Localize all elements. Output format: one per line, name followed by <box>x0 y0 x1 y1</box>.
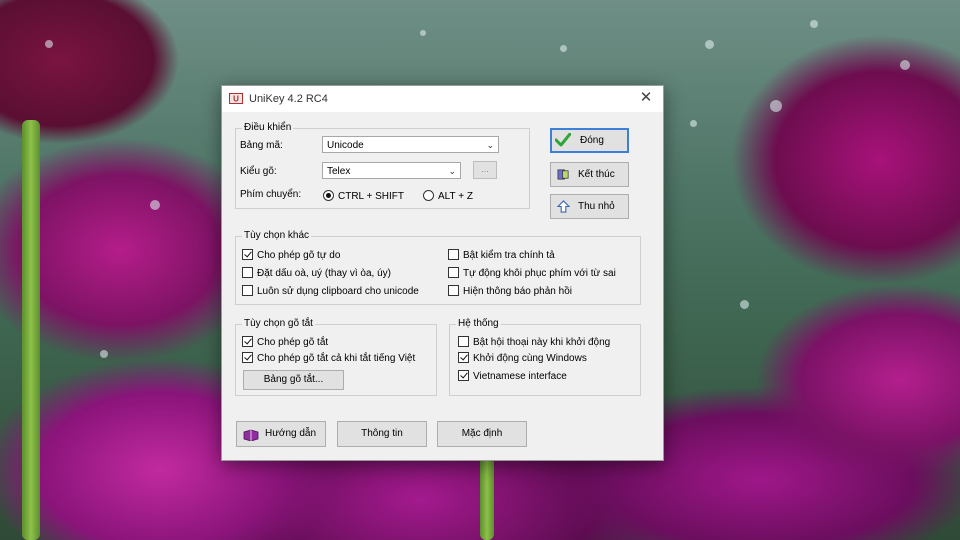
raindrop <box>705 40 714 49</box>
tone-placement-checkbox[interactable] <box>242 267 253 278</box>
system-group: Hệ thống Bật hội thoại này khi khởi động… <box>449 318 641 396</box>
vietnamese-interface-checkbox[interactable] <box>458 370 469 381</box>
title-bar[interactable]: U UniKey 4.2 RC4 ✕ <box>222 86 663 112</box>
raindrop <box>100 350 108 358</box>
auto-restore-checkbox[interactable] <box>448 267 459 278</box>
method-extra-button[interactable]: ... <box>473 161 497 179</box>
raindrop <box>690 120 697 127</box>
feedback-label[interactable]: Hiện thông báo phản hồi <box>463 286 572 297</box>
close-button[interactable]: Đóng <box>550 128 629 153</box>
shortcut-when-off-checkbox[interactable] <box>242 352 253 363</box>
switch-label: Phím chuyển: <box>240 189 302 200</box>
method-select[interactable]: Telex ⌄ <box>322 162 461 179</box>
exit-button[interactable]: Kết thúc <box>550 162 629 187</box>
spellcheck-checkbox[interactable] <box>448 249 459 260</box>
controls-legend: Điều khiển <box>242 122 294 133</box>
guide-button-label: Hướng dẫn <box>265 428 317 439</box>
method-value: Telex <box>327 166 351 177</box>
radio-ctrl-shift-label[interactable]: CTRL + SHIFT <box>338 191 404 202</box>
info-button-label: Thông tin <box>361 428 403 439</box>
shortcut-table-button[interactable]: Bảng gõ tắt... <box>243 370 344 390</box>
raindrop <box>150 200 160 210</box>
show-on-start-checkbox[interactable] <box>458 336 469 347</box>
unikey-window: U UniKey 4.2 RC4 ✕ Điều khiển Bảng mã: U… <box>221 85 664 461</box>
method-label: Kiểu gõ: <box>240 166 277 177</box>
clipboard-unicode-checkbox[interactable] <box>242 285 253 296</box>
show-on-start-label[interactable]: Bật hội thoại này khi khởi động <box>473 337 610 348</box>
charset-select[interactable]: Unicode ⌄ <box>322 136 499 153</box>
radio-alt-z-label[interactable]: ALT + Z <box>438 191 473 202</box>
raindrop <box>740 300 749 309</box>
raindrop <box>420 30 426 36</box>
clipboard-unicode-label[interactable]: Luôn sử dụng clipboard cho unicode <box>257 286 419 297</box>
free-typing-label[interactable]: Cho phép gõ tự do <box>257 250 340 261</box>
exit-icon <box>557 169 569 180</box>
vietnamese-interface-label[interactable]: Vietnamese interface <box>473 371 567 382</box>
enable-shortcut-label[interactable]: Cho phép gõ tắt <box>257 337 328 348</box>
start-with-windows-checkbox[interactable] <box>458 352 469 363</box>
radio-alt-z[interactable] <box>423 190 434 201</box>
shortcut-legend: Tùy chọn gõ tắt <box>242 318 315 329</box>
flower-stem <box>22 120 40 540</box>
unikey-app-icon: U <box>229 93 243 104</box>
close-button-label: Đóng <box>580 135 604 146</box>
window-title: UniKey 4.2 RC4 <box>249 93 328 105</box>
chevron-down-icon: ⌄ <box>486 140 494 150</box>
enable-shortcut-checkbox[interactable] <box>242 336 253 347</box>
arrow-up-icon <box>557 200 570 213</box>
controls-group: Điều khiển Bảng mã: Unicode ⌄ Kiểu gõ: T… <box>235 122 530 209</box>
spellcheck-label[interactable]: Bật kiểm tra chính tả <box>463 250 555 261</box>
charset-value: Unicode <box>327 140 364 151</box>
raindrop <box>45 40 53 48</box>
default-button[interactable]: Mặc định <box>437 421 527 447</box>
flower-stem <box>480 455 494 540</box>
free-typing-checkbox[interactable] <box>242 249 253 260</box>
system-legend: Hệ thống <box>456 318 501 329</box>
svg-text:U: U <box>233 95 239 104</box>
exit-button-label: Kết thúc <box>578 169 615 180</box>
default-button-label: Mặc định <box>461 428 503 439</box>
guide-button[interactable]: Hướng dẫn <box>236 421 326 447</box>
feedback-checkbox[interactable] <box>448 285 459 296</box>
radio-ctrl-shift[interactable] <box>323 190 334 201</box>
raindrop <box>560 45 567 52</box>
minimize-button-label: Thu nhỏ <box>578 201 615 212</box>
other-options-group: Tùy chọn khác Cho phép gõ tự do Đặt dấu … <box>235 230 641 305</box>
shortcut-group: Tùy chọn gõ tắt Cho phép gõ tắt Cho phép… <box>235 318 437 396</box>
charset-label: Bảng mã: <box>240 140 283 151</box>
chevron-down-icon: ⌄ <box>448 166 456 176</box>
raindrop <box>900 60 910 70</box>
tone-placement-label[interactable]: Đặt dấu oà, uý (thay vì òa, úy) <box>257 268 391 279</box>
raindrop <box>810 20 818 28</box>
start-with-windows-label[interactable]: Khởi động cùng Windows <box>473 353 587 364</box>
close-icon[interactable]: ✕ <box>637 89 655 107</box>
info-button[interactable]: Thông tin <box>337 421 427 447</box>
raindrop <box>770 100 782 112</box>
other-options-legend: Tùy chọn khác <box>242 230 312 241</box>
shortcut-table-button-label: Bảng gõ tắt... <box>263 374 324 385</box>
check-icon <box>555 133 571 147</box>
minimize-button[interactable]: Thu nhỏ <box>550 194 629 219</box>
book-icon <box>243 429 259 441</box>
auto-restore-label[interactable]: Tự động khôi phục phím với từ sai <box>463 268 616 279</box>
shortcut-when-off-label[interactable]: Cho phép gõ tắt cả khi tắt tiếng Việt <box>257 353 415 364</box>
